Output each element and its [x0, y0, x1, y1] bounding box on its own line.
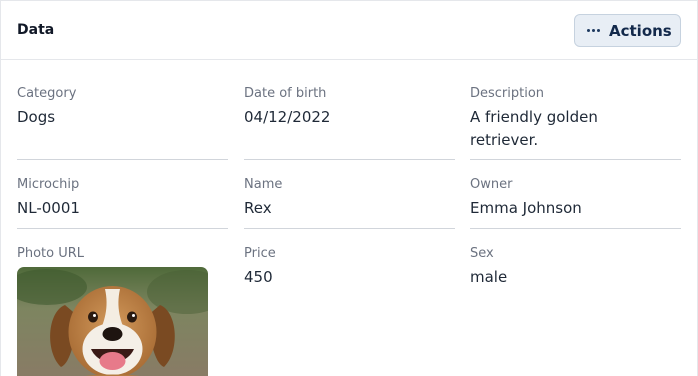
field-label: Description: [470, 86, 545, 101]
panel-header: Data Actions: [1, 1, 697, 60]
field-photo-url: Photo URL: [17, 246, 228, 376]
field-category: Category Dogs: [17, 86, 228, 160]
field-label: Date of birth: [244, 86, 327, 101]
field-label: Name: [244, 177, 283, 192]
field-label: Price: [244, 246, 276, 261]
field-label: Sex: [470, 246, 494, 261]
field-sex: Sex male: [470, 246, 681, 376]
actions-button[interactable]: Actions: [574, 14, 681, 47]
field-label: Microchip: [17, 177, 80, 192]
data-panel: Data Actions Category Dogs Date of birth…: [0, 0, 698, 376]
field-value: 04/12/2022: [244, 108, 331, 126]
field-label: Category: [17, 86, 77, 101]
field-value: Dogs: [17, 108, 56, 126]
field-value: Emma Johnson: [470, 199, 582, 217]
field-value: 450: [244, 268, 273, 286]
field-owner: Owner Emma Johnson: [470, 177, 681, 229]
field-value: A friendly golden retriever.: [470, 108, 598, 149]
dog-photo: [17, 267, 208, 376]
more-dots-icon: [587, 29, 600, 32]
field-value: Rex: [244, 199, 272, 217]
field-date-of-birth: Date of birth 04/12/2022: [244, 86, 455, 160]
field-microchip: Microchip NL-0001: [17, 177, 228, 229]
field-description: Description A friendly golden retriever.: [470, 86, 681, 160]
field-label: Photo URL: [17, 246, 85, 261]
field-name: Name Rex: [244, 177, 455, 229]
field-label: Owner: [470, 177, 513, 192]
actions-button-label: Actions: [609, 21, 672, 40]
field-value: NL-0001: [17, 199, 80, 217]
field-price: Price 450: [244, 246, 455, 376]
panel-title: Data: [17, 22, 55, 38]
field-value: male: [470, 268, 508, 286]
